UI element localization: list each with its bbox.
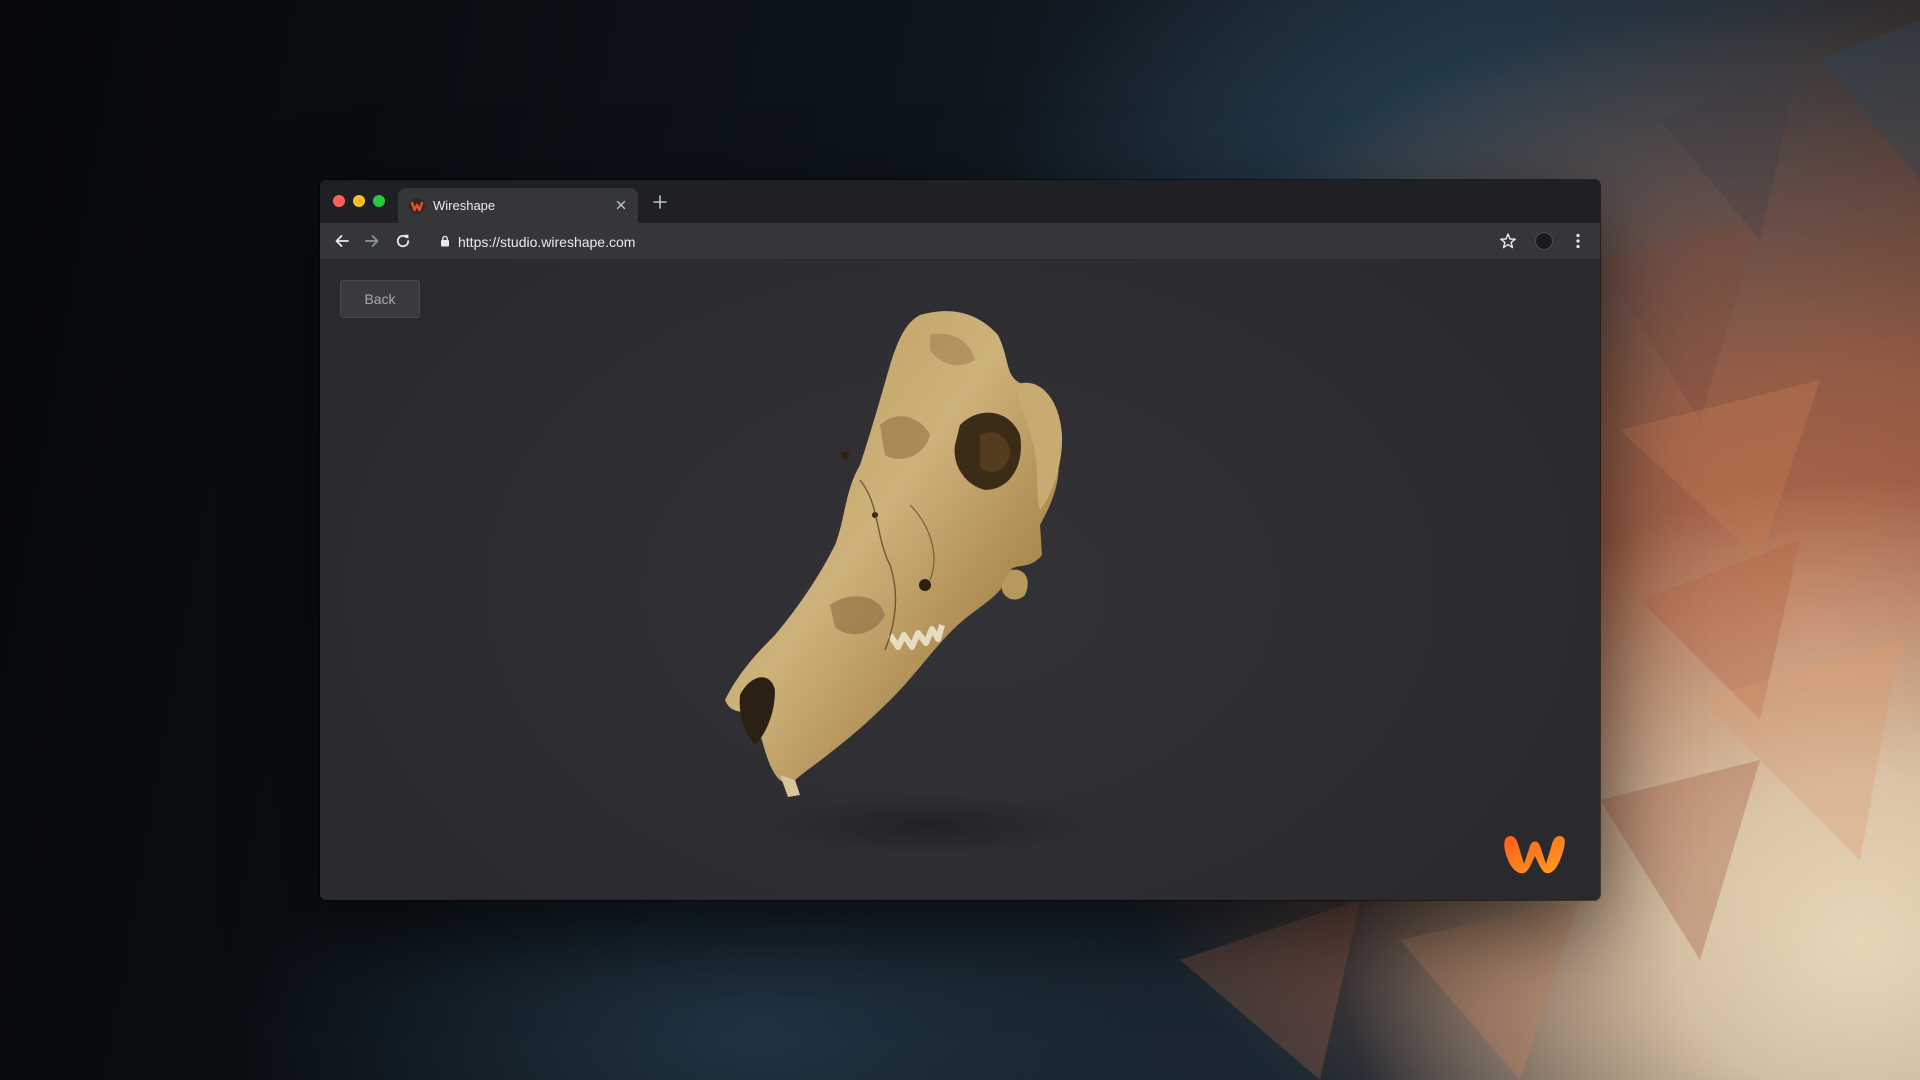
tab-title: Wireshape: [433, 198, 496, 213]
address-bar[interactable]: https://studio.wireshape.com: [430, 227, 1490, 255]
kebab-menu-icon[interactable]: [1568, 231, 1588, 251]
arrow-right-icon[interactable]: [362, 231, 382, 251]
reload-icon[interactable]: [393, 231, 413, 251]
wireshape-logo: [1504, 836, 1565, 874]
new-tab-button[interactable]: [650, 192, 670, 212]
3d-skull-model[interactable]: [680, 305, 1120, 865]
arrow-left-icon[interactable]: [332, 231, 352, 251]
star-icon[interactable]: [1498, 231, 1518, 251]
avatar[interactable]: [1535, 232, 1553, 250]
desktop: Wireshape https://studio.wireshape.com B…: [0, 0, 1920, 1080]
close-window-button[interactable]: [333, 195, 345, 207]
browser-toolbar: https://studio.wireshape.com: [320, 223, 1600, 260]
page-viewport: Back: [320, 260, 1600, 900]
back-button[interactable]: Back: [340, 280, 420, 318]
close-icon[interactable]: [613, 197, 629, 213]
plus-icon: [653, 195, 667, 209]
maximize-window-button[interactable]: [373, 195, 385, 207]
url-text: https://studio.wireshape.com: [458, 234, 636, 250]
tab-strip: Wireshape: [320, 180, 1600, 223]
lock-icon: [438, 234, 452, 248]
minimize-window-button[interactable]: [353, 195, 365, 207]
browser-window: Wireshape https://studio.wireshape.com B…: [320, 180, 1600, 900]
tab-wireshape[interactable]: Wireshape: [398, 188, 638, 223]
wireshape-favicon-icon: [409, 198, 425, 214]
